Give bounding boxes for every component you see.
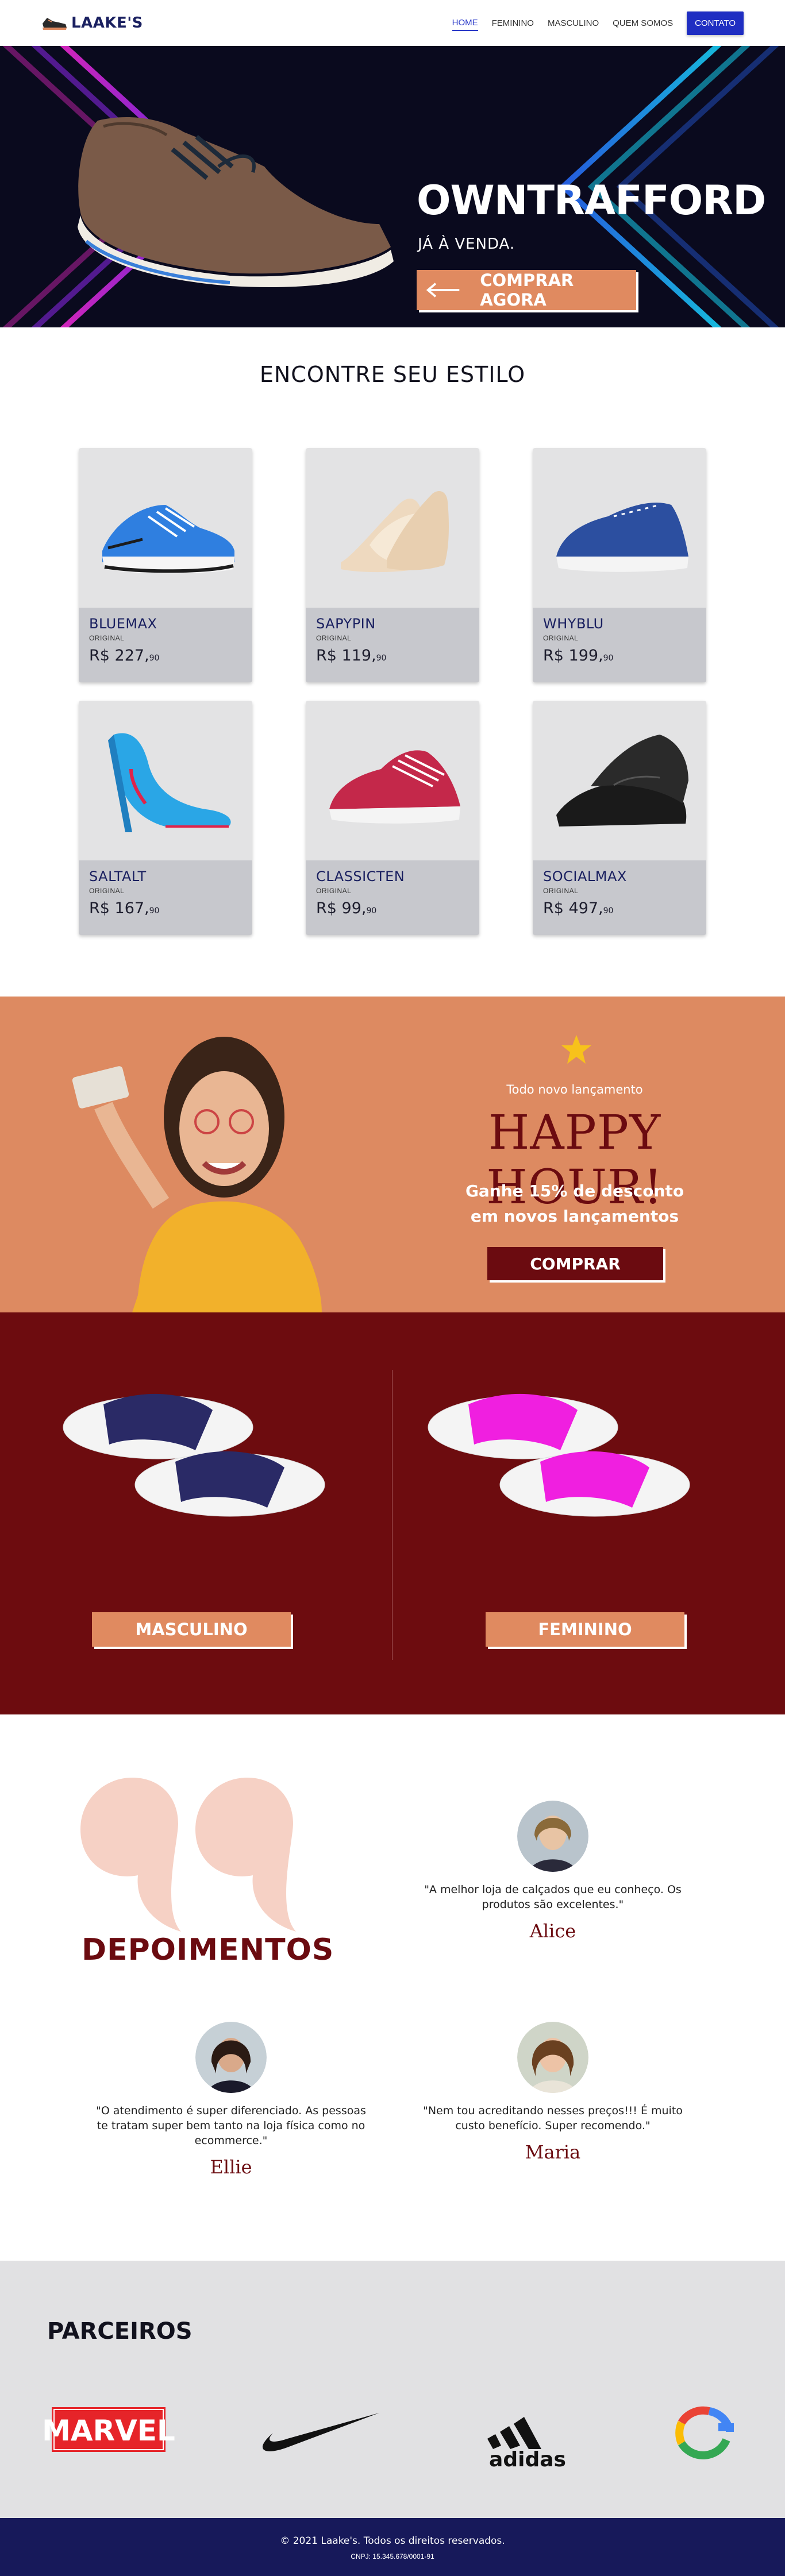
- sneaker-logo-icon: [43, 18, 67, 30]
- partners-section: PARCEIROS MARVEL adidas: [0, 2261, 785, 2518]
- quote-icon: [80, 1778, 296, 1932]
- product-image-blue-sneaker: [79, 448, 252, 608]
- product-price: R$ 227,90: [89, 647, 160, 665]
- testimonial-card: "A melhor loja de calçados que eu conheç…: [398, 1801, 708, 1942]
- testimonials-title: DEPOIMENTOS: [82, 1933, 334, 1967]
- product-tag: ORIGINAL: [89, 634, 125, 642]
- products-section: ENCONTRE SEU ESTILO BLUEMAX ORIGINAL R$ …: [0, 327, 785, 997]
- slide-sandal-navy-image: [63, 1393, 325, 1517]
- arrow-left-icon: [426, 283, 460, 298]
- product-info: CLASSICTEN ORIGINAL R$ 99,90: [306, 860, 479, 935]
- product-grid: BLUEMAX ORIGINAL R$ 227,90 SAPYPIN ORIGI…: [79, 448, 706, 935]
- product-name: CLASSICTEN: [316, 868, 405, 885]
- product-price: R$ 199,90: [543, 647, 614, 665]
- testimonial-card: "Nem tou acreditando nesses preços!!! É …: [398, 2022, 708, 2163]
- product-name: SOCIALMAX: [543, 868, 627, 885]
- nav-link-home[interactable]: HOME: [452, 16, 478, 31]
- product-image-beige-flat: [306, 448, 479, 608]
- product-tag: ORIGINAL: [543, 634, 579, 642]
- product-name: WHYBLU: [543, 616, 604, 632]
- partner-logos: MARVEL adidas: [42, 2406, 734, 2471]
- buy-button[interactable]: COMPRAR: [487, 1247, 663, 1280]
- slide-sandal-pink-image: [428, 1393, 690, 1517]
- product-image-red-sneaker: [306, 701, 479, 860]
- product-image-black-dress-shoe: [533, 701, 706, 860]
- product-card[interactable]: SALTALT ORIGINAL R$ 167,90: [79, 701, 252, 935]
- promo-kicker: Todo novo lançamento: [506, 1083, 643, 1096]
- nav-link-masculino[interactable]: MASCULINO: [548, 16, 599, 30]
- product-name: SALTALT: [89, 868, 147, 885]
- partners-title: PARCEIROS: [47, 2318, 193, 2345]
- star-icon: [561, 1035, 591, 1064]
- hero-subtitle: JÁ À VENDA.: [418, 235, 515, 253]
- brand-name: LAAKE'S: [71, 14, 143, 32]
- product-card[interactable]: BLUEMAX ORIGINAL R$ 227,90: [79, 448, 252, 682]
- product-info: BLUEMAX ORIGINAL R$ 227,90: [79, 608, 252, 682]
- product-price: R$ 99,90: [316, 899, 377, 917]
- svg-text:adidas: adidas: [489, 2448, 566, 2471]
- footer-copyright: © 2021 Laake's. Todos os direitos reserv…: [280, 2535, 505, 2547]
- marvel-logo[interactable]: MARVEL: [42, 2407, 175, 2452]
- avatar: [517, 1801, 588, 1872]
- product-info: SAPYPIN ORIGINAL R$ 119,90: [306, 608, 479, 682]
- promo-woman-image: [72, 1037, 322, 1312]
- google-g-icon[interactable]: [675, 2406, 734, 2459]
- nike-swoosh-icon: [262, 2413, 379, 2451]
- avatar: [517, 2022, 588, 2093]
- testimonial-card: "O atendimento é super diferenciado. As …: [76, 2022, 386, 2178]
- testimonial-text: "O atendimento é super diferenciado. As …: [96, 2104, 366, 2147]
- section-title: ENCONTRE SEU ESTILO: [259, 362, 526, 387]
- nav-link-feminino[interactable]: FEMININO: [492, 16, 534, 30]
- testimonial-author: Alice: [529, 1920, 576, 1942]
- brand[interactable]: LAAKE'S: [41, 14, 143, 32]
- product-card[interactable]: SAPYPIN ORIGINAL R$ 119,90: [306, 448, 479, 682]
- product-card[interactable]: WHYBLU ORIGINAL R$ 199,90: [533, 448, 706, 682]
- buy-now-button[interactable]: COMPRAR AGORA: [417, 270, 636, 310]
- product-card[interactable]: SOCIALMAX ORIGINAL R$ 497,90: [533, 701, 706, 935]
- product-info: WHYBLU ORIGINAL R$ 199,90: [533, 608, 706, 682]
- avatar: [195, 2022, 267, 2093]
- promo-description: Ganhe 15% de desconto em novos lançament…: [465, 1181, 684, 1226]
- footer-cnpj: CNPJ: 15.345.678/0001-91: [351, 2552, 434, 2560]
- masculino-button[interactable]: MASCULINO: [92, 1612, 291, 1647]
- promo-banner: Todo novo lançamento HAPPY HOUR! Ganhe 1…: [0, 997, 785, 1312]
- product-tag: ORIGINAL: [316, 887, 352, 895]
- feminino-button[interactable]: FEMININO: [486, 1612, 684, 1647]
- top-navbar: LAAKE'S HOME FEMININO MASCULINO QUEM SOM…: [0, 0, 785, 46]
- nav-link-quem-somos[interactable]: QUEM SOMOS: [613, 16, 673, 30]
- nav-links: HOME FEMININO MASCULINO QUEM SOMOS CONTA…: [452, 11, 744, 35]
- product-tag: ORIGINAL: [543, 887, 579, 895]
- product-tag: ORIGINAL: [316, 634, 352, 642]
- buy-now-label: COMPRAR AGORA: [480, 271, 574, 310]
- testimonial-author: Ellie: [210, 2156, 252, 2178]
- category-section: MASCULINO FEMININO: [0, 1312, 785, 1714]
- product-image-blue-heel: [79, 701, 252, 860]
- product-price: R$ 119,90: [316, 647, 387, 665]
- product-price: R$ 497,90: [543, 899, 614, 917]
- footer: © 2021 Laake's. Todos os direitos reserv…: [0, 2518, 785, 2576]
- product-image-navy-canvas: [533, 448, 706, 608]
- testimonial-text: "Nem tou acreditando nesses preços!!! É …: [423, 2104, 683, 2132]
- product-name: SAPYPIN: [316, 616, 376, 632]
- testimonials-section: DEPOIMENTOS "A melhor loja de calçados q…: [0, 1714, 785, 2261]
- product-tag: ORIGINAL: [89, 887, 125, 895]
- product-info: SOCIALMAX ORIGINAL R$ 497,90: [533, 860, 706, 935]
- product-card[interactable]: CLASSICTEN ORIGINAL R$ 99,90: [306, 701, 479, 935]
- hero-title: OWNTRAFFORD: [417, 177, 766, 224]
- hero-banner: OWNTRAFFORD JÁ À VENDA. COMPRAR AGORA: [0, 46, 785, 327]
- adidas-logo[interactable]: adidas: [487, 2417, 566, 2471]
- testimonial-author: Maria: [525, 2141, 581, 2163]
- contact-button[interactable]: CONTATO: [687, 11, 744, 35]
- product-name: BLUEMAX: [89, 616, 157, 632]
- product-info: SALTALT ORIGINAL R$ 167,90: [79, 860, 252, 935]
- svg-text:MARVEL: MARVEL: [42, 2414, 175, 2447]
- testimonial-text: "A melhor loja de calçados que eu conheç…: [424, 1883, 682, 1911]
- product-price: R$ 167,90: [89, 899, 160, 917]
